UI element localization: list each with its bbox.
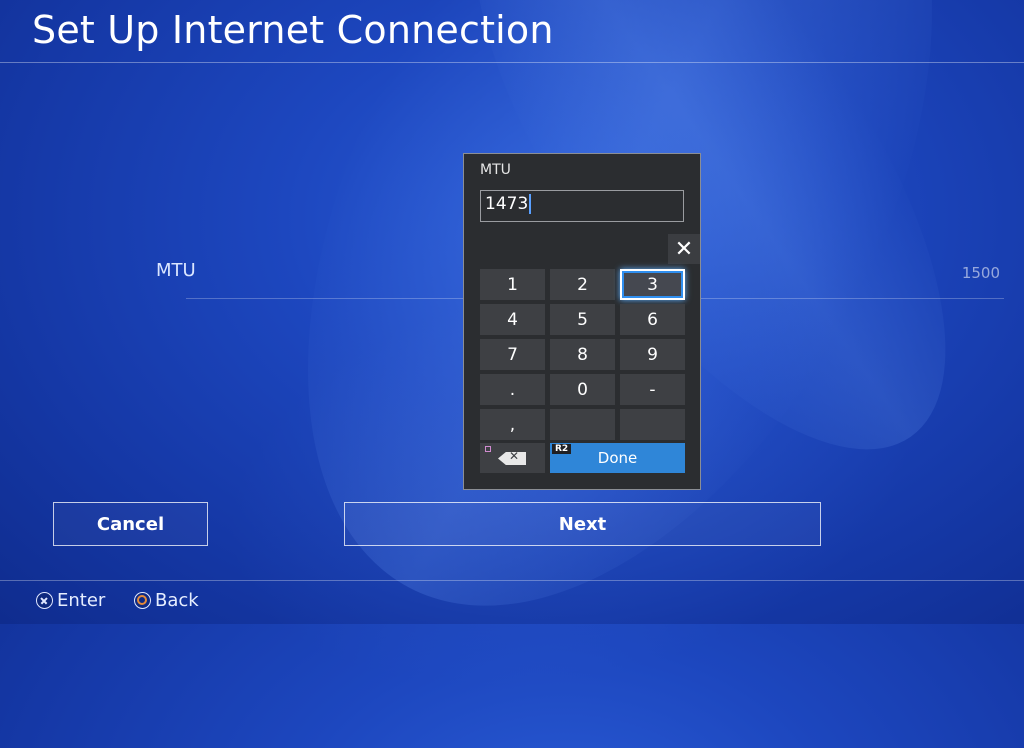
key-3[interactable]: 3 — [620, 269, 685, 300]
key-9[interactable]: 9 — [620, 339, 685, 370]
close-icon[interactable]: ✕ — [668, 234, 700, 264]
square-button-icon — [485, 446, 491, 452]
mtu-input-value: 1473 — [485, 194, 529, 214]
mtu-input[interactable]: 1473 — [480, 190, 684, 222]
key-blank[interactable] — [620, 409, 685, 440]
backspace-x-icon: ✕ — [509, 449, 520, 463]
title-divider — [0, 62, 1024, 63]
key-2[interactable]: 2 — [550, 269, 615, 300]
key-4[interactable]: 4 — [480, 304, 545, 335]
key-1[interactable]: 1 — [480, 269, 545, 300]
footer-divider — [0, 580, 1024, 581]
key-hyphen[interactable]: - — [620, 374, 685, 405]
footer-back-label: Back — [155, 590, 199, 611]
key-0[interactable]: 0 — [550, 374, 615, 405]
key-6[interactable]: 6 — [620, 304, 685, 335]
key-8[interactable]: 8 — [550, 339, 615, 370]
backspace-key[interactable]: ✕ — [480, 443, 545, 473]
page-title: Set Up Internet Connection — [32, 8, 554, 52]
next-button[interactable]: Next — [344, 502, 821, 546]
done-button[interactable]: R2 Done — [550, 443, 685, 473]
mtu-setting-label: MTU — [156, 260, 196, 281]
r2-button-badge: R2 — [552, 444, 572, 454]
key-5[interactable]: 5 — [550, 304, 615, 335]
footer-enter-label: Enter — [57, 590, 106, 611]
key-blank[interactable] — [550, 409, 615, 440]
mtu-setting-value: 1500 — [961, 264, 1000, 282]
cancel-button[interactable]: Cancel — [53, 502, 208, 546]
key-comma[interactable]: , — [480, 409, 545, 440]
cross-button-icon — [36, 592, 53, 609]
done-label: Done — [597, 449, 638, 467]
footer-back-hint: Back — [134, 590, 199, 611]
key-7[interactable]: 7 — [480, 339, 545, 370]
numeric-keypad-dialog: MTU 1473 ✕ 1 2 3 4 5 6 7 8 9 . 0 - , ✕ R… — [463, 153, 701, 490]
footer-enter-hint: Enter — [36, 590, 105, 611]
circle-button-icon — [134, 592, 151, 609]
text-caret — [529, 194, 531, 214]
keypad-field-label: MTU — [480, 162, 511, 178]
key-period[interactable]: . — [480, 374, 545, 405]
